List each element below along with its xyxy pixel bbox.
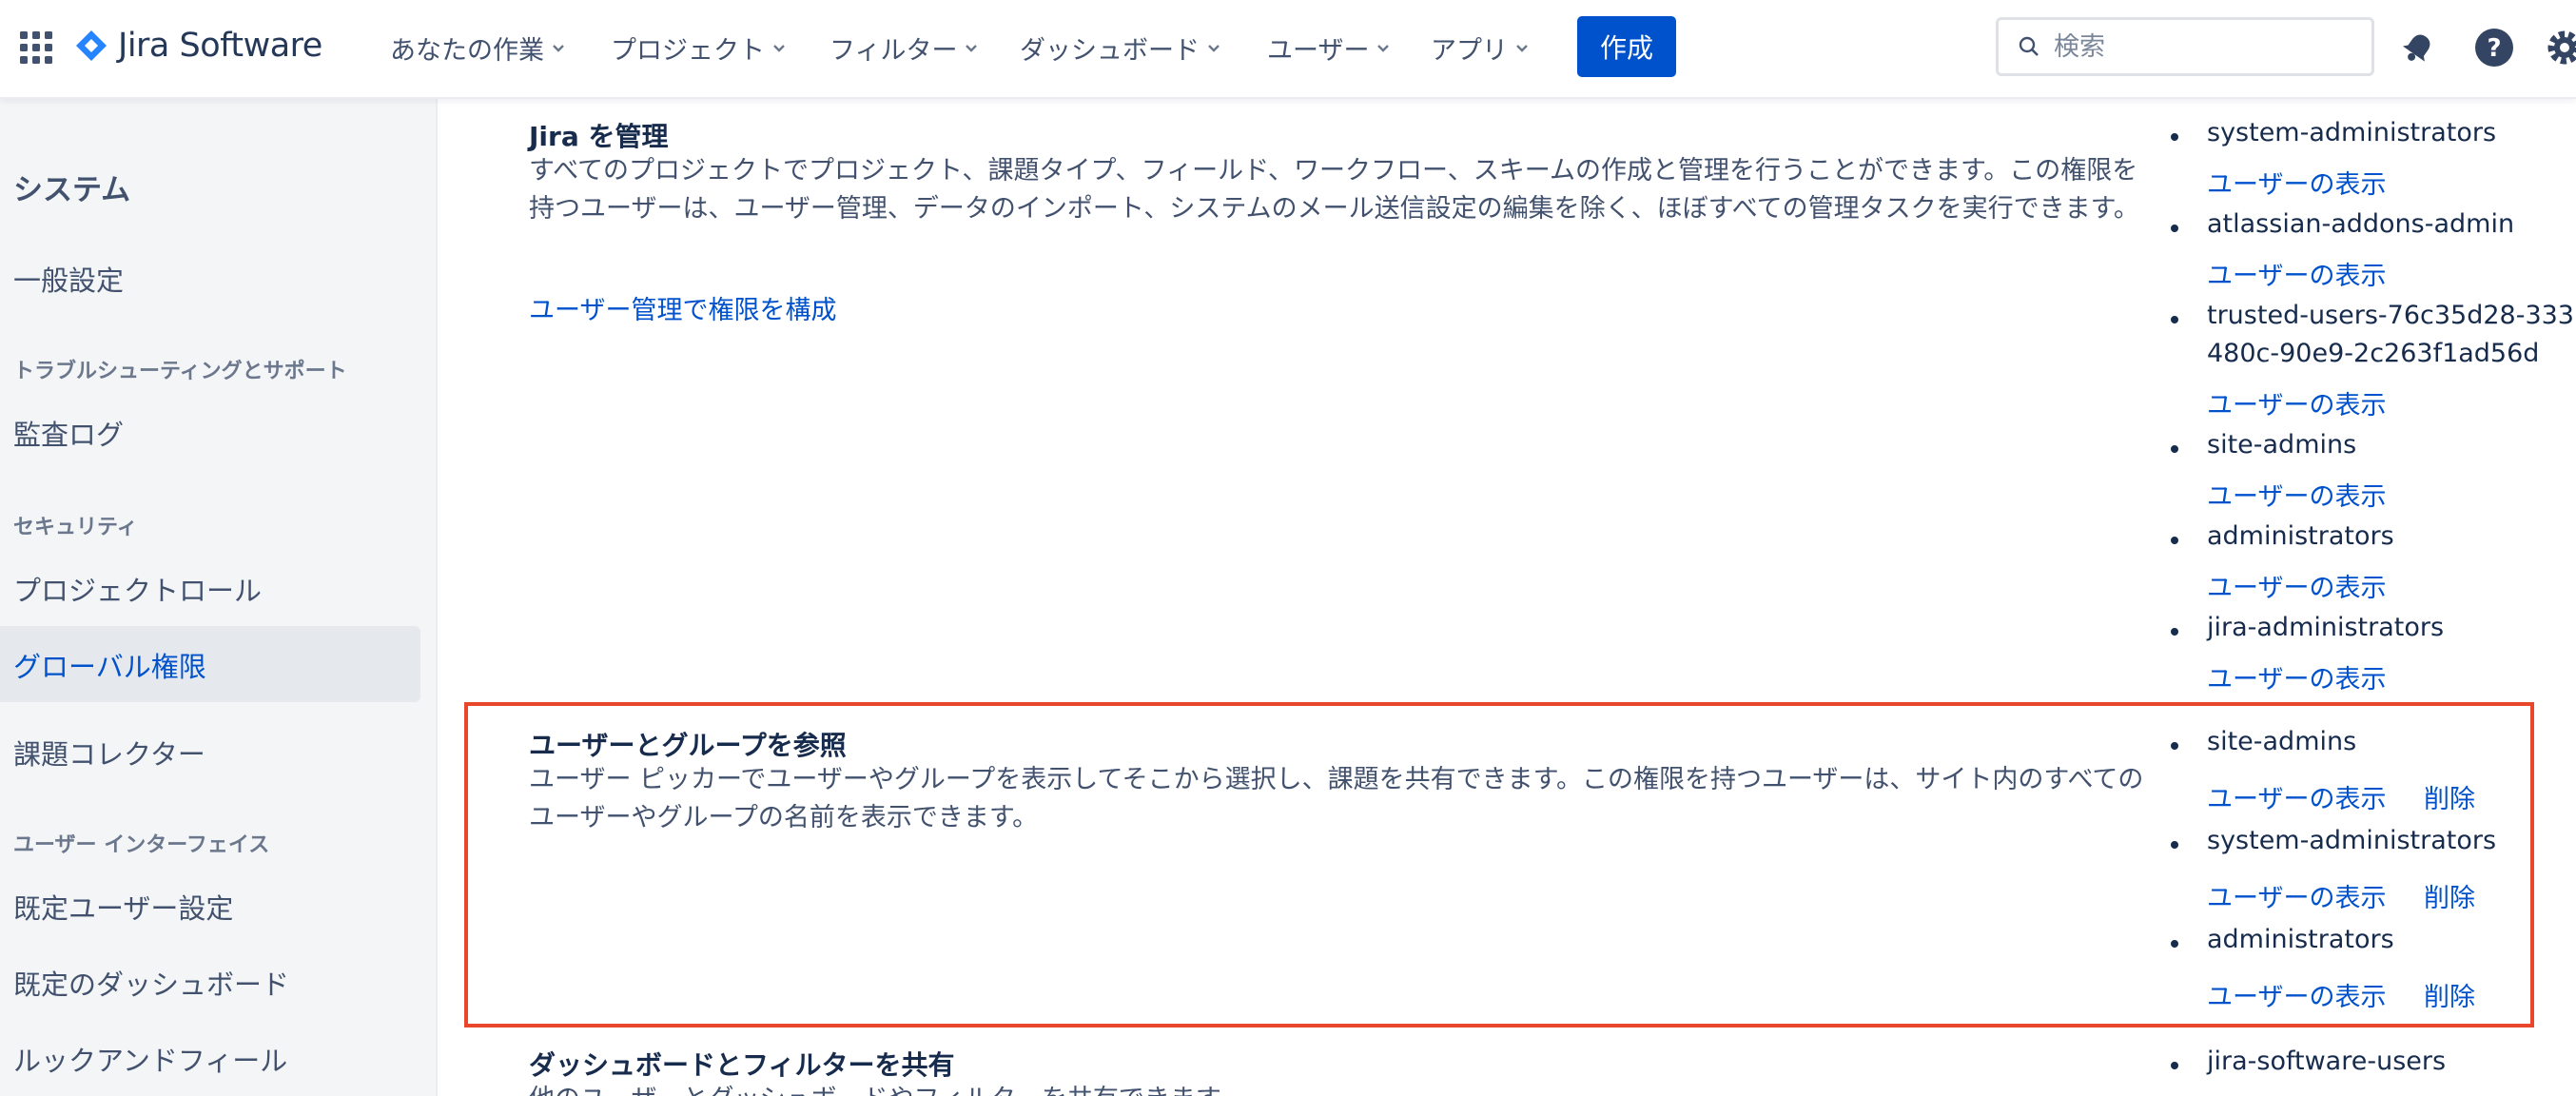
search-icon [2019,36,2039,56]
svg-text:?: ? [2487,34,2501,63]
nav-people[interactable]: ユーザー [1267,27,1392,68]
chevron-down-icon [1516,45,1528,52]
sidebar-item-audit-log[interactable]: 監査ログ [13,413,124,453]
delete-link[interactable]: 削除 [2424,877,2475,914]
nav-label: ダッシュボード [1020,35,1200,66]
chevron-down-icon [773,45,785,52]
nav-filters[interactable]: フィルター [829,27,980,68]
sidebar-item-project-roles[interactable]: プロジェクトロール [13,569,262,609]
list-bullet [2171,742,2178,750]
sidebar-item-global-permissions[interactable]: グローバル権限 [0,626,420,702]
sidebar-item-default-dashboard[interactable]: 既定のダッシュボード [13,963,289,1003]
group-name: system-administrators [2207,826,2497,855]
sidebar-item-label: グローバル権限 [13,651,206,683]
nav-projects[interactable]: プロジェクト [611,27,788,68]
nav-apps[interactable]: アプリ [1431,27,1531,68]
permission-description: ユーザー ピッカーでユーザーやグループを表示してそこから選択し、課題を共有できま… [529,765,2144,832]
list-bullet [2171,133,2178,141]
chevron-down-icon [966,45,978,52]
permission-description: すべてのプロジェクトでプロジェクト、課題タイプ、フィールド、ワークフロー、スキー… [529,156,2139,224]
sidebar-item-general-settings[interactable]: 一般設定 [13,259,124,299]
search-box[interactable] [1996,17,2374,76]
view-users-link[interactable]: ユーザーの表示 [2207,778,2386,815]
permission-title: Jira を管理 [529,121,669,152]
sidebar-item-look-and-feel[interactable]: ルックアンドフィール [13,1039,287,1079]
group-name: trusted-users-76c35d28-333 [2207,301,2574,330]
top-navigation: Jira Software あなたの作業 プロジェクト フィルター ダッシュボー… [0,0,2576,99]
list-bullet [2171,445,2178,453]
nav-label: プロジェクト [611,35,765,66]
view-users-link[interactable]: ユーザーの表示 [2207,877,2386,914]
settings-icon[interactable] [2542,25,2576,70]
notification-icon[interactable] [2395,25,2441,70]
app-switcher-icon[interactable] [17,29,55,67]
view-users-link[interactable]: ユーザーの表示 [2207,164,2386,201]
sidebar-section-user-interface: ユーザー インターフェイス [13,833,270,857]
list-bullet [2171,316,2178,323]
list-bullet [2171,628,2178,636]
nav-label: アプリ [1431,35,1508,66]
jira-software-logo[interactable]: Jira Software [74,25,322,67]
group-name: site-admins [2207,727,2357,756]
app-name: Jira Software [118,27,322,65]
group-name: jira-software-users [2207,1047,2447,1076]
group-name-continued: 480c-90e9-2c263f1ad56d [2207,339,2540,368]
permission-title: ダッシュボードとフィルターを共有 [529,1049,955,1081]
chevron-down-icon [553,45,564,52]
group-name: site-admins [2207,430,2357,460]
group-name: system-administrators [2207,118,2497,147]
global-permissions-content: Jira を管理 すべてのプロジェクトでプロジェクト、課題タイプ、フィールド、ワ… [438,99,2576,1096]
nav-label: あなたの作業 [390,35,544,66]
sidebar-item-default-user-preferences[interactable]: 既定ユーザー設定 [13,887,233,927]
list-bullet [2171,940,2178,948]
group-name: administrators [2207,521,2394,551]
view-users-link[interactable]: ユーザーの表示 [2207,658,2386,695]
sidebar: システム 一般設定 トラブルシューティングとサポート 監査ログ セキュリティ プ… [0,99,438,1096]
sidebar-heading: システム [13,173,131,207]
create-button[interactable]: 作成 [1577,16,1676,77]
sidebar-item-issue-collectors[interactable]: 課題コレクター [13,733,205,773]
help-icon[interactable]: ? [2471,25,2517,70]
delete-link[interactable]: 削除 [2424,976,2475,1013]
view-users-link[interactable]: ユーザーの表示 [2207,384,2386,421]
chevron-down-icon [1208,45,1220,52]
view-users-link[interactable]: ユーザーの表示 [2207,255,2386,292]
group-name: atlassian-addons-admin [2207,209,2515,239]
nav-dashboards[interactable]: ダッシュボード [1020,27,1222,68]
view-users-link[interactable]: ユーザーの表示 [2207,976,2386,1013]
configure-in-user-management-link[interactable]: ユーザー管理で権限を構成 [529,289,836,326]
sidebar-section-security: セキュリティ [13,516,138,539]
jira-logo-icon [76,30,107,61]
list-bullet [2171,537,2178,544]
delete-link[interactable]: 削除 [2424,778,2475,815]
group-name: jira-administrators [2207,613,2445,642]
list-bullet [2171,841,2178,849]
search-input[interactable] [2052,30,2360,63]
permission-description: 他のユーザーとダッシュボードやフィルターを共有できます。 [529,1081,2146,1096]
nav-your-work[interactable]: あなたの作業 [390,27,567,68]
nav-label: フィルター [829,35,958,66]
nav-label: ユーザー [1267,35,1370,66]
list-bullet [2171,1062,2178,1069]
view-users-link[interactable]: ユーザーの表示 [2207,567,2386,604]
chevron-down-icon [1377,45,1390,52]
sidebar-section-troubleshooting: トラブルシューティングとサポート [13,360,347,383]
list-bullet [2171,225,2178,232]
view-users-link[interactable]: ユーザーの表示 [2207,476,2386,513]
permission-title: ユーザーとグループを参照 [529,730,847,761]
group-name: administrators [2207,925,2394,954]
